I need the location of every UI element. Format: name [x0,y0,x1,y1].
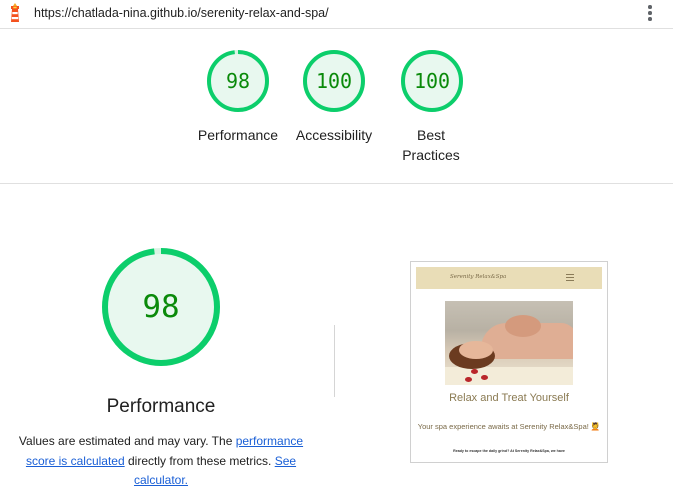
kebab-menu-icon[interactable] [647,5,653,23]
performance-score: 98 [142,289,180,325]
thumb-hero-image [445,301,573,385]
lighthouse-icon [11,3,19,22]
performance-summary-score: 98 [225,69,251,93]
accessibility-summary-label[interactable]: Accessibility [274,125,394,145]
url-bar: https://chatlada-nina.github.io/serenity… [0,0,673,29]
thumb-body-text: Ready to escape the daily grind? At Sere… [453,449,565,453]
desc-prefix: Values are estimated and may vary. The [18,434,236,448]
accessibility-summary-gauge[interactable]: 100 [302,49,366,113]
thumb-site-logo: Serenity Relax&Spa [450,274,507,280]
performance-gauge: 98 [100,246,222,368]
section-divider [0,183,673,184]
final-screenshot[interactable]: Serenity Relax&Spa Relax and Treat Yours… [410,261,608,463]
best-practices-summary-gauge[interactable]: 100 [400,49,464,113]
best-practices-summary-label[interactable]: Best Practices [401,125,461,165]
vertical-divider [334,325,335,397]
performance-summary-gauge[interactable]: 98 [206,49,270,113]
hamburger-icon [566,274,574,283]
thumb-site-header: Serenity Relax&Spa [416,267,602,289]
desc-middle: directly from these metrics. [124,453,275,468]
thumb-headline: Relax and Treat Yourself [449,392,569,404]
page-url: https://chatlada-nina.github.io/serenity… [34,6,329,20]
performance-description: Values are estimated and may vary. The p… [10,432,312,491]
thumb-subline: Your spa experience awaits at Serenity R… [417,422,601,431]
accessibility-summary-score: 100 [315,69,353,93]
best-practices-summary-score: 100 [413,69,451,93]
performance-title: Performance [106,396,216,417]
